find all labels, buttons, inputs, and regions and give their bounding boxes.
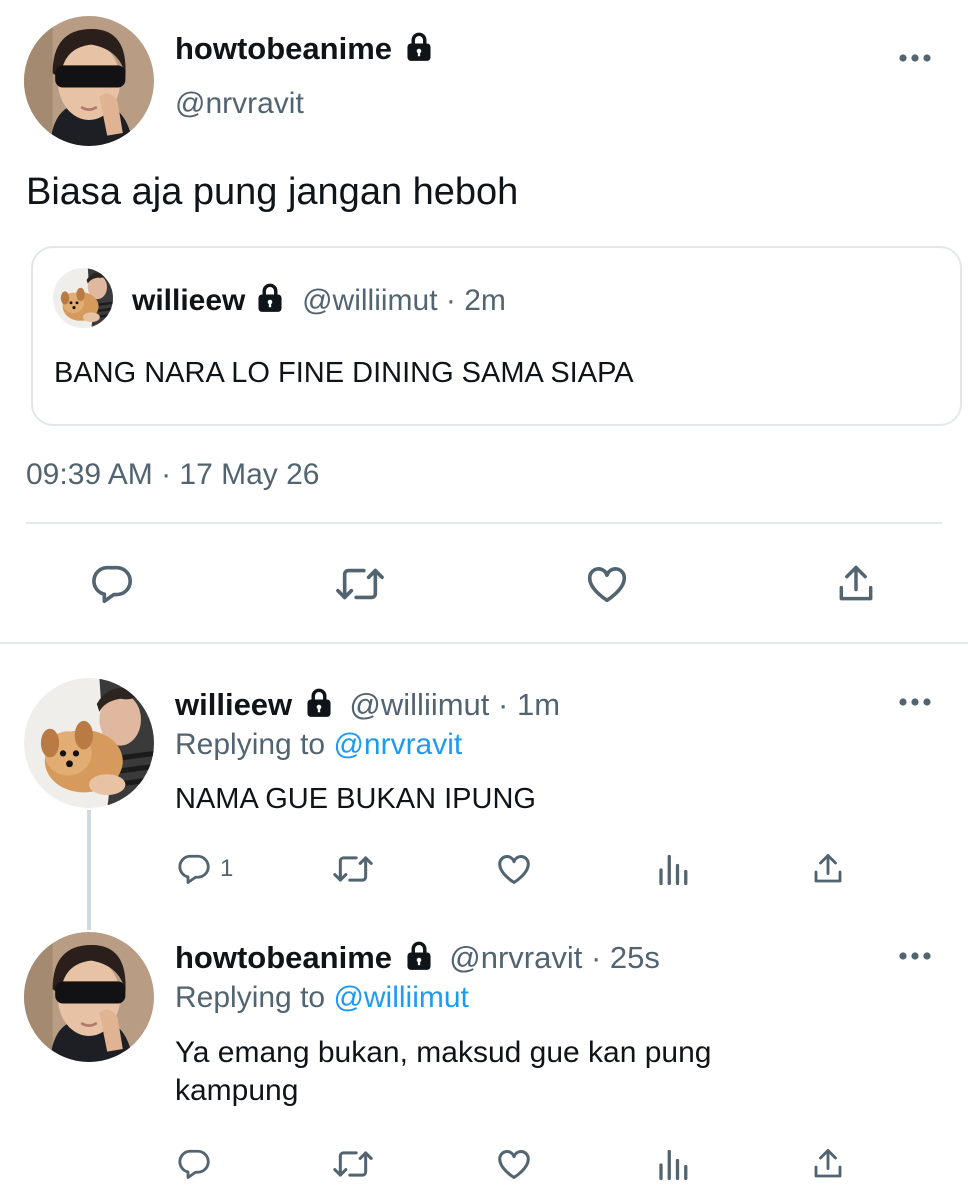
timestamp[interactable]: 09:39 AM · 17 May 26	[26, 457, 320, 493]
reply-icon	[92, 565, 133, 604]
share-icon	[814, 854, 842, 883]
handle[interactable]: @williimut	[349, 687, 489, 722]
reply-icon	[178, 1149, 210, 1179]
quoted-tweet[interactable]: willieew @williimut · 2m BANG NARA LO FI…	[31, 246, 962, 426]
retweet-button[interactable]	[331, 1145, 375, 1183]
section-divider	[0, 642, 968, 644]
share-button[interactable]	[834, 561, 878, 607]
avatar-blindfold-icon	[24, 16, 154, 146]
tweet-time: · 25s	[591, 940, 660, 975]
avatar[interactable]	[24, 678, 154, 808]
replying-to-label: Replying to	[175, 981, 326, 1014]
display-name: willieew	[132, 284, 246, 317]
share-button[interactable]	[810, 1145, 846, 1183]
display-name[interactable]: howtobeanime	[175, 940, 392, 975]
tweet-text-line: kampung	[175, 1074, 299, 1107]
retweet-icon	[336, 568, 384, 600]
reply-button[interactable]	[176, 1145, 212, 1183]
avatar-blindfold-icon	[24, 932, 154, 1062]
analytics-button[interactable]	[655, 852, 691, 888]
analytics-button[interactable]	[655, 1147, 691, 1183]
avatar[interactable]	[24, 932, 154, 1062]
tweet-time: · 1m	[498, 687, 561, 722]
like-button[interactable]	[494, 850, 534, 888]
avatar	[53, 268, 113, 328]
like-icon	[498, 855, 530, 884]
replying-to-label: Replying to	[175, 728, 326, 761]
avatar-puppy-icon	[24, 678, 154, 808]
analytics-icon	[659, 854, 688, 886]
share-button[interactable]	[810, 850, 846, 888]
avatar[interactable]	[24, 16, 154, 146]
more-options-icon[interactable]	[897, 950, 933, 962]
reply-button[interactable]	[89, 561, 135, 607]
lock-icon	[407, 941, 431, 970]
lock-icon	[258, 283, 282, 312]
tweet-text: Ya emang bukan, maksud gue kan pung kamp…	[175, 1034, 711, 1110]
divider	[26, 522, 942, 524]
replying-to-link[interactable]: @nrvravit	[333, 728, 462, 761]
display-name[interactable]: willieew	[175, 687, 292, 722]
analytics-icon	[659, 1149, 688, 1181]
lock-icon	[407, 32, 431, 61]
thread-line	[87, 810, 91, 930]
like-button[interactable]	[494, 1145, 534, 1183]
tweet-text-line: Ya emang bukan, maksud gue kan pung	[175, 1036, 712, 1069]
like-button[interactable]	[583, 561, 631, 607]
reply-count: 1	[220, 855, 234, 882]
tweet-text: Biasa aja pung jangan heboh	[26, 171, 519, 213]
reply-button[interactable]: 1	[176, 850, 233, 888]
retweet-icon	[333, 1151, 373, 1177]
tweet-time: · 2m	[445, 284, 506, 317]
avatar-puppy-icon	[53, 268, 113, 328]
reply-icon	[178, 854, 210, 884]
more-options-icon[interactable]	[897, 696, 933, 708]
lock-icon	[307, 688, 331, 717]
handle[interactable]: @nrvravit	[449, 940, 582, 975]
handle[interactable]: @nrvravit	[175, 86, 304, 122]
like-icon	[498, 1150, 530, 1179]
retweet-button[interactable]	[331, 850, 375, 888]
tweet-text: NAMA GUE BUKAN IPUNG	[175, 783, 536, 815]
replying-to-link[interactable]: @williimut	[333, 981, 468, 1014]
retweet-button[interactable]	[334, 561, 386, 607]
quoted-text: BANG NARA LO FINE DINING SAMA SIAPA	[54, 357, 634, 389]
handle: @williimut	[302, 284, 438, 317]
like-icon	[587, 567, 627, 603]
display-name[interactable]: howtobeanime	[175, 31, 392, 66]
more-options-icon[interactable]	[897, 52, 933, 64]
share-icon	[839, 565, 873, 601]
share-icon	[814, 1149, 842, 1178]
retweet-icon	[333, 856, 373, 882]
